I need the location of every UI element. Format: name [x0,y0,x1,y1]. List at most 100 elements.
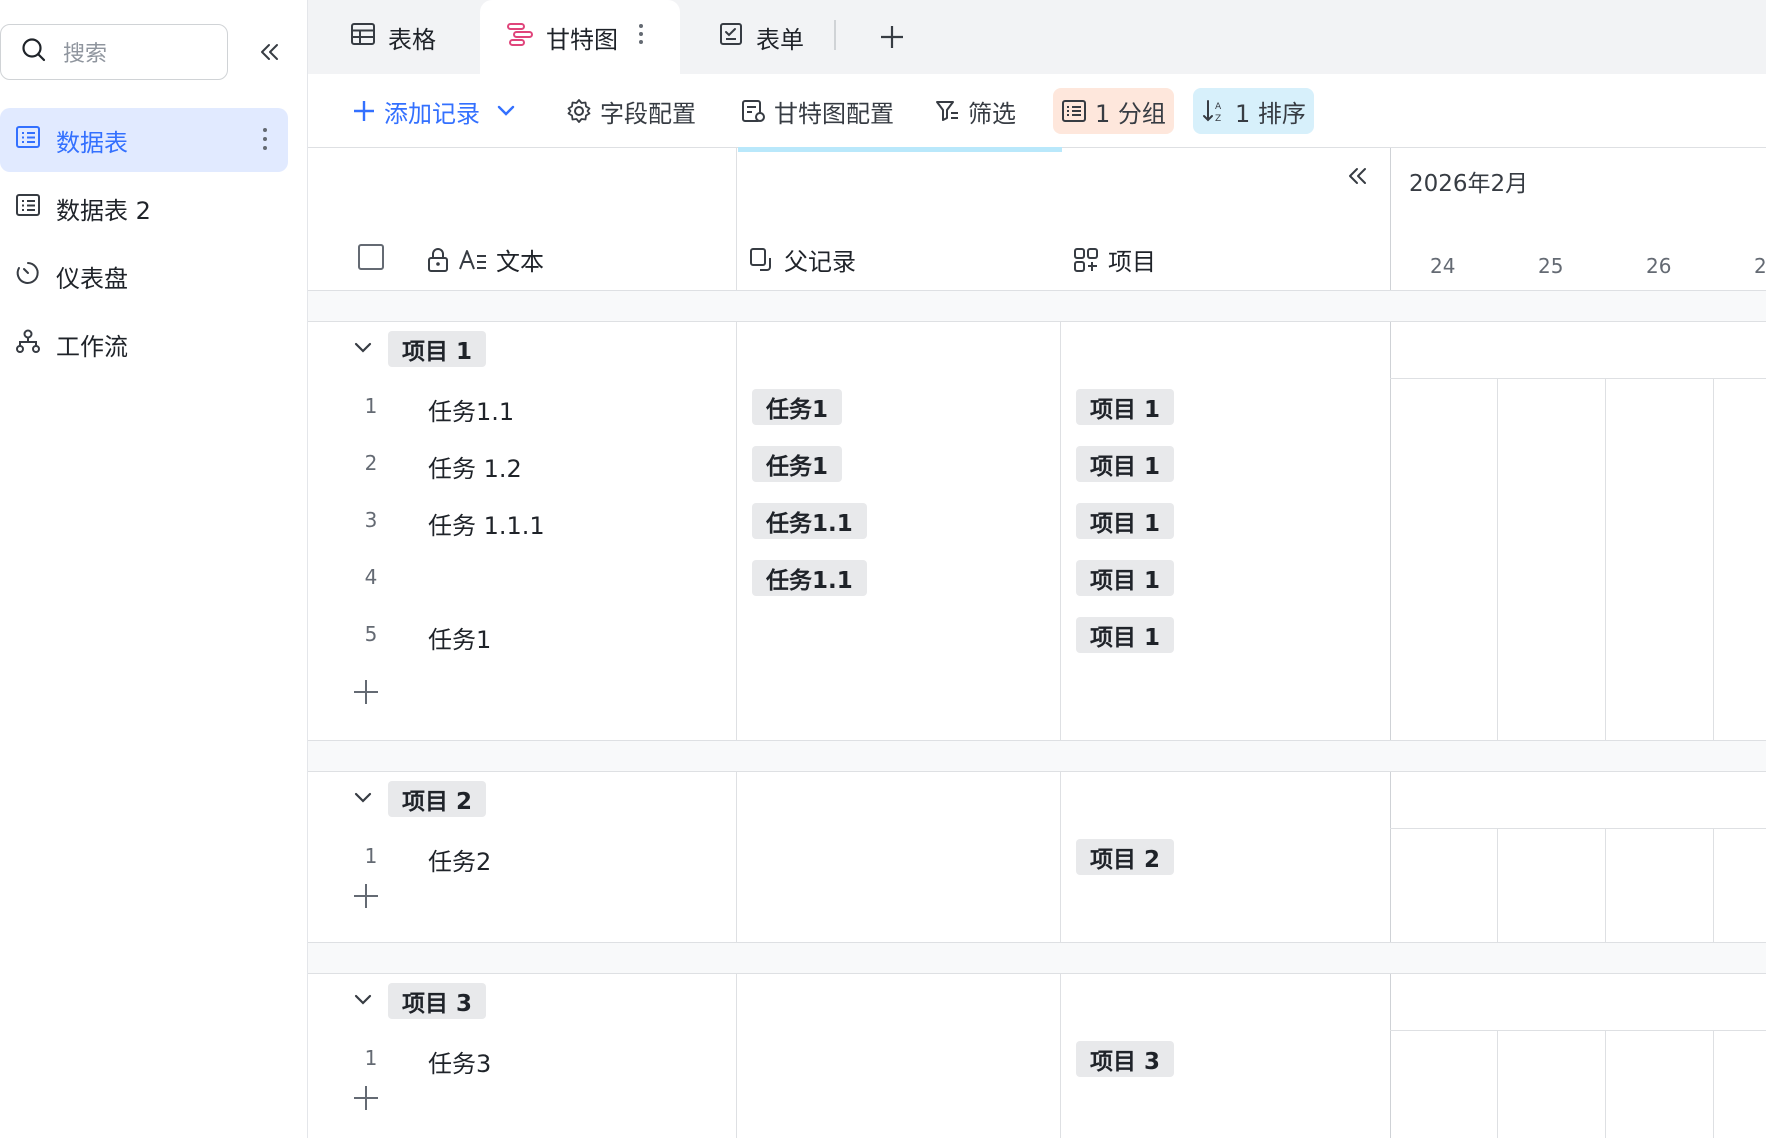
sidebar: 搜索 数据表 数据表 2 仪表盘 工作流 [0,0,308,1138]
more-vertical-icon[interactable] [262,126,268,158]
column-header-project[interactable]: 项目 [1072,242,1156,277]
sidebar-item-dashboard[interactable]: 仪表盘 [0,244,288,308]
timeline-day: 26 [1646,254,1672,278]
tab-label: 表格 [388,25,436,54]
group-icon [1062,100,1086,122]
plus-icon [354,884,378,908]
sidebar-item-label: 仪表盘 [56,264,128,293]
svg-text:Z: Z [1215,114,1221,124]
table-row[interactable]: 1 任务1.1 任务1 项目 1 [308,380,1766,437]
filter-label: 筛选 [968,99,1016,128]
column-label: 文本 [496,248,544,276]
project-chip[interactable]: 项目 1 [1076,560,1175,596]
project-chip[interactable]: 项目 1 [1076,446,1175,482]
table-row[interactable]: 1 任务3 项目 3 [308,1032,1766,1089]
dashboard-icon [14,259,42,293]
row-number: 5 [364,622,378,646]
timeline-row-divider [1390,378,1766,379]
add-row-button[interactable] [352,1084,380,1112]
plus-icon [354,680,378,704]
sort-label: 1 排序 [1235,99,1306,128]
collapse-sidebar-button[interactable] [252,34,288,70]
filter-button[interactable]: 筛选 [926,87,1024,135]
app-window: 搜索 数据表 数据表 2 仪表盘 工作流 表格 甘特图 表单 添加记录 字段配置… [0,0,1766,1138]
sidebar-item-data-table-2[interactable]: 数据表 2 [0,176,288,240]
field-config-label: 字段配置 [600,99,696,128]
parent-record-chip[interactable]: 任务1 [752,446,843,482]
text-cell[interactable]: 任务 1.2 [428,449,522,484]
tab-label: 甘特图 [546,25,618,54]
form-icon [718,21,744,53]
add-view-button[interactable] [872,0,912,74]
double-chevron-left-icon [261,44,278,60]
plus-icon [354,1086,378,1110]
project-chip[interactable]: 项目 1 [1076,503,1175,539]
tab-divider [834,20,836,50]
project-chip[interactable]: 项目 1 [1076,617,1175,653]
grid-view-icon [350,21,376,53]
group-header[interactable]: 项目 1 [308,322,1766,380]
parent-record-chip[interactable]: 任务1.1 [752,503,867,539]
table-row[interactable]: 1 任务2 项目 2 [308,830,1766,887]
tab-form-view[interactable]: 表单 [718,0,828,74]
tab-gantt-view[interactable]: 甘特图 [480,0,680,74]
sort-button[interactable]: AZ 1 排序 [1193,88,1314,134]
sidebar-item-label: 数据表 2 [56,196,151,225]
table-row[interactable]: 5 任务1 项目 1 [308,608,1766,665]
workflow-icon [14,327,42,361]
text-cell[interactable]: 任务1.1 [428,392,514,427]
project-chip[interactable]: 项目 3 [1076,1041,1175,1077]
gantt-config-label: 甘特图配置 [774,99,894,128]
table-row[interactable]: 4 任务1.1 项目 1 [308,551,1766,608]
timeline-day: 2 [1754,254,1766,278]
project-chip[interactable]: 项目 2 [1076,839,1175,875]
search-input[interactable]: 搜索 [0,24,228,80]
add-record-button[interactable]: 添加记录 [344,87,524,135]
tab-grid-view[interactable]: 表格 [350,0,480,74]
group-button[interactable]: 1 分组 [1053,88,1174,134]
table-row[interactable]: 2 任务 1.2 任务1 项目 1 [308,437,1766,494]
parent-record-chip[interactable]: 任务1 [752,389,843,425]
text-cell[interactable]: 任务3 [428,1044,491,1079]
column-header-text[interactable]: 文本 [426,242,544,277]
group-tag: 项目 2 [388,781,487,817]
gantt-grid: 文本 父记录 项目 2026年2月 24 25 26 2 项目 1 1 任务1.… [308,148,1766,1138]
chevron-down-icon [497,105,515,116]
select-all-checkbox[interactable] [358,244,384,270]
field-config-button[interactable]: 字段配置 [558,87,704,135]
sort-icon: AZ [1203,100,1222,124]
project-chip[interactable]: 项目 1 [1076,389,1175,425]
timeline-day: 24 [1430,254,1456,278]
gantt-config-button[interactable]: 甘特图配置 [732,87,902,135]
plus-icon [881,26,903,48]
group-header[interactable]: 项目 2 [308,772,1766,830]
gantt-settings-icon [742,100,765,122]
text-field-icon [459,249,486,269]
gantt-icon [506,21,534,53]
chevron-down-icon [354,342,372,353]
add-row-button[interactable] [352,882,380,910]
timeline-day: 25 [1538,254,1564,278]
text-cell[interactable]: 任务1 [428,620,491,655]
sidebar-item-data-table[interactable]: 数据表 [0,108,288,172]
table-row[interactable]: 3 任务 1.1.1 任务1.1 项目 1 [308,494,1766,551]
text-cell[interactable]: 任务2 [428,842,491,877]
collapse-table-button[interactable] [1346,164,1370,192]
parent-record-chip[interactable]: 任务1.1 [752,560,867,596]
table-icon [14,123,42,157]
column-label: 项目 [1108,248,1156,276]
parent-record-icon [750,247,771,271]
group-gap [308,741,1766,771]
timeline-row-divider [1390,828,1766,829]
add-row-button[interactable] [352,678,380,706]
search-icon [21,37,47,67]
group-header[interactable]: 项目 3 [308,974,1766,1032]
text-cell[interactable]: 任务 1.1.1 [428,506,545,541]
more-vertical-icon[interactable] [638,23,644,51]
toolbar: 添加记录 字段配置 甘特图配置 筛选 1 分组 AZ 1 排序 [308,74,1766,148]
column-header-parent[interactable]: 父记录 [748,242,856,277]
filter-icon [936,101,958,121]
row-number: 1 [364,1046,378,1070]
sidebar-item-workflow[interactable]: 工作流 [0,312,288,376]
sidebar-item-label: 数据表 [56,128,128,157]
